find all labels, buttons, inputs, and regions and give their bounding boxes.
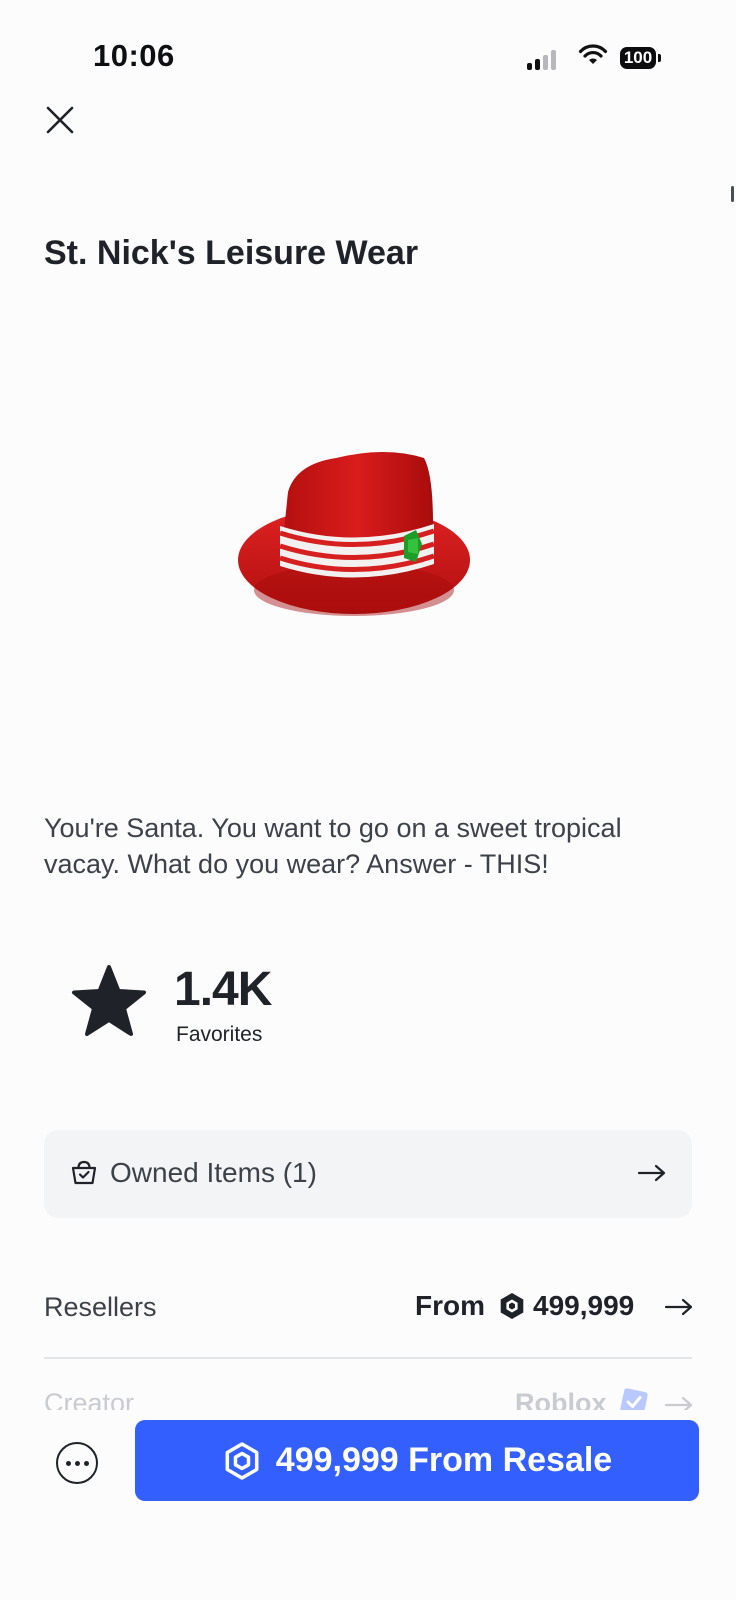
arrow-right-icon [637, 1163, 667, 1188]
item-description: You're Santa. You want to go on a sweet … [44, 813, 622, 879]
buy-from-resale-button[interactable]: 499,999 From Resale [135, 1420, 699, 1501]
favorite-button[interactable] [70, 964, 148, 1045]
resellers-price[interactable]: From 499,999 [415, 1290, 634, 1322]
resellers-arrow-icon[interactable] [664, 1297, 694, 1322]
close-button[interactable] [40, 100, 80, 140]
wifi-icon [578, 44, 608, 71]
star-icon [72, 965, 146, 1036]
robux-icon [225, 1441, 259, 1480]
robux-icon [500, 1293, 524, 1319]
basket-icon [70, 1160, 98, 1191]
scroll-indicator [731, 186, 734, 202]
status-time: 10:06 [93, 38, 175, 73]
battery-level: 100 [620, 47, 656, 69]
resellers-label: Resellers [44, 1292, 157, 1322]
battery-icon: 100 [620, 47, 664, 72]
item-image [236, 440, 476, 630]
resellers-price-value: 499,999 [533, 1290, 635, 1321]
favorites-count: 1.4K [174, 963, 272, 1016]
signal-icon [527, 50, 556, 70]
item-title: St. Nick's Leisure Wear [44, 234, 419, 272]
favorites-label: Favorites [176, 1023, 263, 1046]
divider [44, 1357, 692, 1359]
buy-button-label: 499,999 From Resale [275, 1441, 613, 1479]
resellers-from-label: From [415, 1290, 485, 1321]
owned-items-label: Owned Items (1) [110, 1157, 317, 1188]
more-icon [65, 1460, 71, 1466]
more-options-button[interactable] [56, 1442, 98, 1484]
close-icon [46, 106, 74, 134]
